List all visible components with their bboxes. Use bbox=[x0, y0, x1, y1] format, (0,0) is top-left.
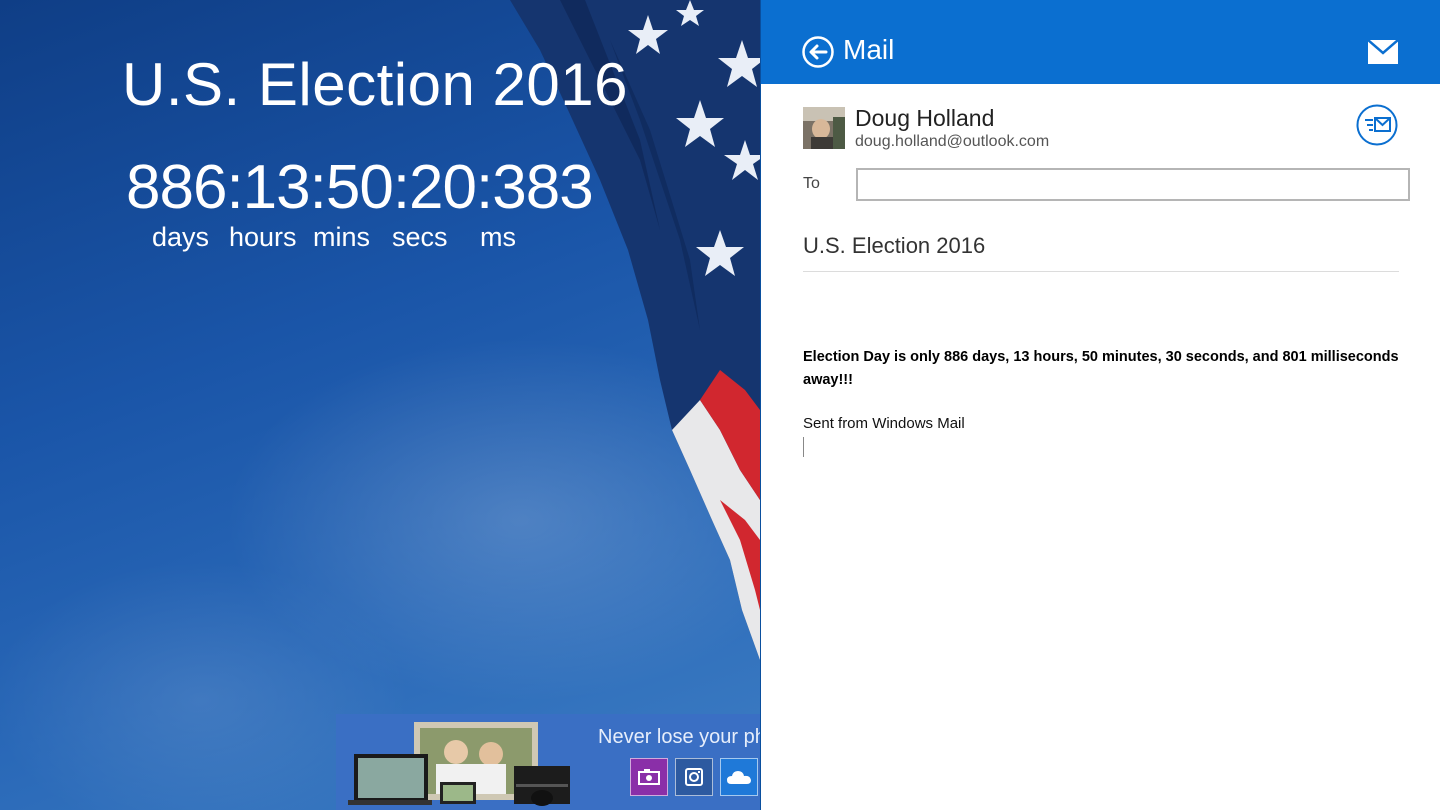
sender-name: Doug Holland bbox=[855, 105, 995, 131]
to-label: To bbox=[803, 175, 820, 192]
countdown-app: U.S. Election 2016 886:13:50:20:383 days… bbox=[0, 0, 760, 810]
instagram-icon[interactable] bbox=[675, 758, 713, 796]
unit-days-label: days bbox=[152, 222, 210, 252]
camera-icon[interactable] bbox=[630, 758, 668, 796]
ad-banner[interactable]: Never lose your pho bbox=[336, 714, 760, 810]
unit-hours-label: hours bbox=[229, 222, 297, 252]
devices-image bbox=[348, 722, 570, 806]
message-body[interactable]: Election Day is only 886 days, 13 hours,… bbox=[803, 346, 1403, 392]
subject-field[interactable]: U.S. Election 2016 bbox=[803, 233, 1399, 272]
unit-ms-label: ms bbox=[480, 222, 516, 252]
signature[interactable]: Sent from Windows Mail bbox=[803, 415, 965, 432]
mail-header: Mail bbox=[761, 0, 1440, 84]
avatar bbox=[803, 107, 845, 149]
to-field[interactable] bbox=[856, 168, 1410, 201]
sender-email: doug.holland@outlook.com bbox=[855, 133, 1050, 150]
text-cursor bbox=[803, 437, 804, 457]
mail-compose-pane: Mail Doug Holland doug.holland@outlook.c… bbox=[760, 0, 1440, 810]
onedrive-icon[interactable] bbox=[720, 758, 758, 796]
unit-secs-label: secs bbox=[392, 222, 448, 252]
app-title: U.S. Election 2016 bbox=[122, 51, 628, 118]
american-flag-image bbox=[510, 0, 760, 660]
unit-mins-label: mins bbox=[313, 222, 371, 252]
countdown-timer: 886:13:50:20:383 bbox=[126, 153, 594, 222]
mail-title: Mail bbox=[843, 34, 895, 65]
envelope-icon[interactable] bbox=[1368, 40, 1398, 64]
send-icon[interactable] bbox=[1356, 104, 1398, 146]
ad-text: Never lose your pho bbox=[598, 726, 760, 748]
back-arrow-icon[interactable] bbox=[802, 36, 834, 68]
